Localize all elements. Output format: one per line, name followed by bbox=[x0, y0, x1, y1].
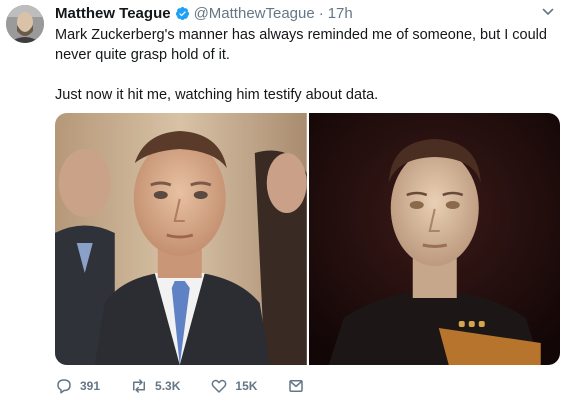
tweet-media[interactable] bbox=[55, 113, 560, 365]
tweet-actions: 391 5.3K 15K bbox=[55, 374, 342, 398]
verified-badge-icon bbox=[175, 6, 189, 20]
tweet-timestamp[interactable]: 17h bbox=[328, 5, 353, 22]
reply-count: 391 bbox=[80, 379, 101, 393]
tweet-text: Mark Zuckerberg's manner has always remi… bbox=[55, 25, 555, 105]
tweet-card[interactable]: Matthew Teague @MatthewTeague · 17h Mark… bbox=[0, 0, 564, 405]
retweet-count: 5.3K bbox=[155, 379, 181, 393]
tweet-header: Matthew Teague @MatthewTeague · 17h bbox=[55, 2, 534, 24]
reply-button[interactable]: 391 bbox=[55, 377, 100, 395]
separator-dot: · bbox=[318, 4, 324, 22]
reply-icon bbox=[57, 379, 71, 394]
author-name[interactable]: Matthew Teague bbox=[55, 5, 171, 22]
heart-icon bbox=[211, 379, 227, 393]
chevron-down-icon[interactable] bbox=[542, 6, 554, 18]
avatar[interactable] bbox=[6, 5, 44, 43]
direct-message-button[interactable] bbox=[287, 377, 312, 395]
like-count: 15K bbox=[235, 379, 258, 393]
like-button[interactable]: 15K bbox=[210, 377, 257, 395]
photo-data-android[interactable] bbox=[308, 113, 560, 365]
tweet-text-paragraph: Mark Zuckerberg's manner has always remi… bbox=[55, 27, 547, 63]
retweet-button[interactable]: 5.3K bbox=[130, 377, 180, 395]
author-handle[interactable]: @MatthewTeague bbox=[194, 5, 315, 22]
retweet-icon bbox=[133, 379, 146, 393]
envelope-icon bbox=[289, 380, 304, 392]
photo-zuckerberg[interactable] bbox=[55, 113, 307, 365]
tweet-text-paragraph: Just now it hit me, watching him testify… bbox=[55, 87, 379, 103]
